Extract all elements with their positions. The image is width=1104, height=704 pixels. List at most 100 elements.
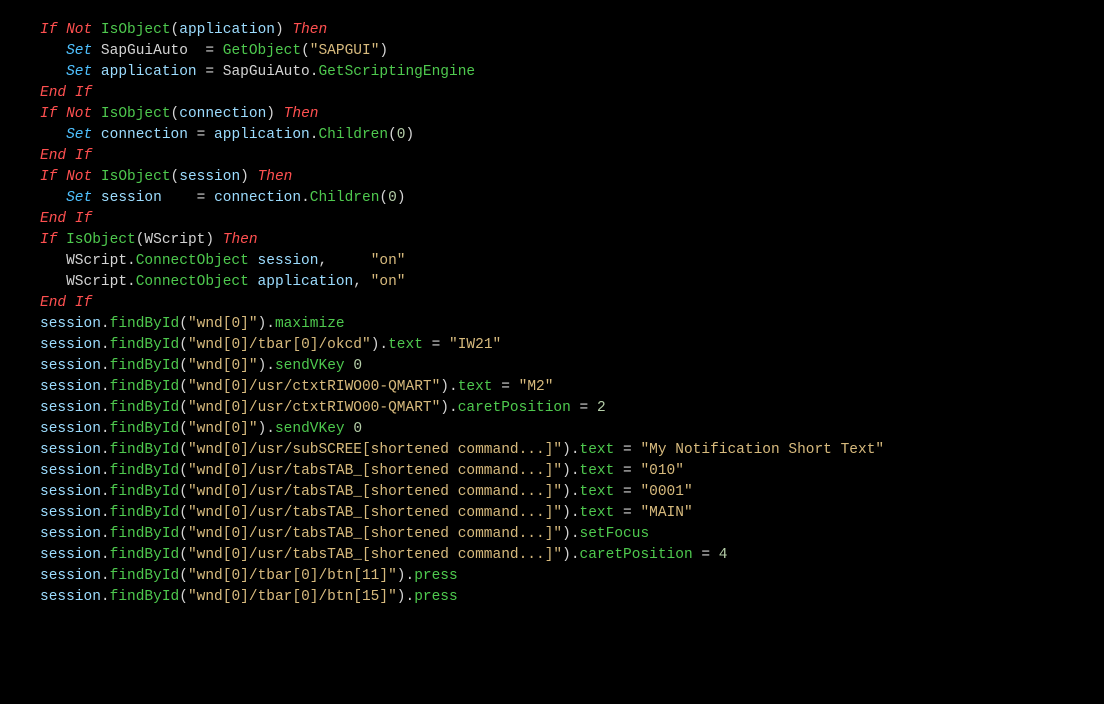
code-line: End If <box>40 146 1104 167</box>
code-token: text <box>580 484 615 500</box>
code-token: session <box>258 253 319 269</box>
code-token: caretPosition <box>580 547 693 563</box>
code-token <box>92 169 101 185</box>
code-token <box>57 22 66 38</box>
code-token: IsObject <box>101 22 171 38</box>
code-token: press <box>414 568 458 584</box>
code-token: ) <box>240 169 257 185</box>
code-line: If Not IsObject(connection) Then <box>40 104 1104 125</box>
code-token: "wnd[0]/tbar[0]/btn[15]" <box>188 589 397 605</box>
code-token: ( <box>179 316 188 332</box>
code-token: If <box>75 85 92 101</box>
code-token <box>249 274 258 290</box>
code-line: Set connection = application.Children(0) <box>40 125 1104 146</box>
code-token: findById <box>110 400 180 416</box>
code-token: = <box>205 64 214 80</box>
code-token: "wnd[0]/usr/tabsTAB_[shortened command..… <box>188 526 562 542</box>
code-line: If Not IsObject(application) Then <box>40 20 1104 41</box>
code-token <box>614 484 623 500</box>
code-line: session.findById("wnd[0]/usr/tabsTAB_[sh… <box>40 482 1104 503</box>
code-token: session <box>40 337 101 353</box>
code-token: . <box>101 316 110 332</box>
code-token: . <box>101 337 110 353</box>
code-token <box>614 505 623 521</box>
code-token: connection <box>179 106 266 122</box>
code-token: session <box>40 316 101 332</box>
code-token: If <box>75 148 92 164</box>
code-token: End <box>40 211 66 227</box>
code-token: Children <box>310 190 380 206</box>
code-token: ). <box>258 421 275 437</box>
code-token: findById <box>110 463 180 479</box>
code-token: (WScript) <box>136 232 223 248</box>
code-token: "wnd[0]/usr/subSCREE[shortened command..… <box>188 442 562 458</box>
code-token <box>205 127 214 143</box>
code-token <box>66 85 75 101</box>
code-token: ). <box>440 379 457 395</box>
code-token <box>92 127 101 143</box>
code-token: session <box>101 190 162 206</box>
code-token: ( <box>388 127 397 143</box>
code-token: findById <box>110 379 180 395</box>
code-token: session <box>40 526 101 542</box>
code-block: If Not IsObject(application) Then Set Sa… <box>0 0 1104 638</box>
code-token: If <box>40 232 57 248</box>
code-token <box>214 43 223 59</box>
code-token: caretPosition <box>458 400 571 416</box>
code-line: session.findById("wnd[0]/usr/ctxtRIWO00-… <box>40 398 1104 419</box>
code-token: . <box>101 589 110 605</box>
code-token: "wnd[0]/usr/ctxtRIWO00-QMART" <box>188 379 440 395</box>
code-line: session.findById("wnd[0]/usr/tabsTAB_[sh… <box>40 545 1104 566</box>
code-token <box>345 358 354 374</box>
code-token: "wnd[0]" <box>188 358 258 374</box>
code-token <box>588 400 597 416</box>
code-token: "MAIN" <box>640 505 692 521</box>
code-token: ( <box>301 43 310 59</box>
code-token: SapGuiAuto. <box>214 64 318 80</box>
code-token: 0 <box>353 421 362 437</box>
code-token: findById <box>110 421 180 437</box>
code-token: . <box>101 463 110 479</box>
code-token: IsObject <box>101 169 171 185</box>
code-token: 0 <box>388 190 397 206</box>
code-token: ). <box>440 400 457 416</box>
code-token: If <box>40 106 57 122</box>
code-token: Then <box>223 232 258 248</box>
code-token: ). <box>562 547 579 563</box>
code-token: ). <box>562 484 579 500</box>
code-token: ( <box>171 106 180 122</box>
code-token <box>423 337 432 353</box>
code-token: findById <box>110 505 180 521</box>
code-token <box>92 64 101 80</box>
code-token <box>162 190 197 206</box>
code-token: ( <box>179 442 188 458</box>
code-token <box>614 463 623 479</box>
code-token: If <box>40 22 57 38</box>
code-token: . <box>101 547 110 563</box>
code-token: text <box>580 442 615 458</box>
code-token: application <box>258 274 354 290</box>
code-token: ). <box>397 589 414 605</box>
code-token: . <box>101 568 110 584</box>
code-token: findById <box>110 316 180 332</box>
code-token: "on" <box>371 253 406 269</box>
code-token: ). <box>258 316 275 332</box>
code-token: End <box>40 148 66 164</box>
code-token: ( <box>179 547 188 563</box>
code-token: GetScriptingEngine <box>318 64 475 80</box>
code-token: . <box>101 379 110 395</box>
code-token: ( <box>379 190 388 206</box>
code-token <box>40 190 66 206</box>
code-line: If Not IsObject(session) Then <box>40 167 1104 188</box>
code-token <box>92 106 101 122</box>
code-token: Not <box>66 22 92 38</box>
code-token: Set <box>66 127 92 143</box>
code-token <box>92 190 101 206</box>
code-token: session <box>40 400 101 416</box>
code-token: connection <box>101 127 188 143</box>
code-line: End If <box>40 83 1104 104</box>
code-token: ( <box>179 484 188 500</box>
code-token: text <box>580 463 615 479</box>
code-token <box>345 421 354 437</box>
code-token: ( <box>179 589 188 605</box>
